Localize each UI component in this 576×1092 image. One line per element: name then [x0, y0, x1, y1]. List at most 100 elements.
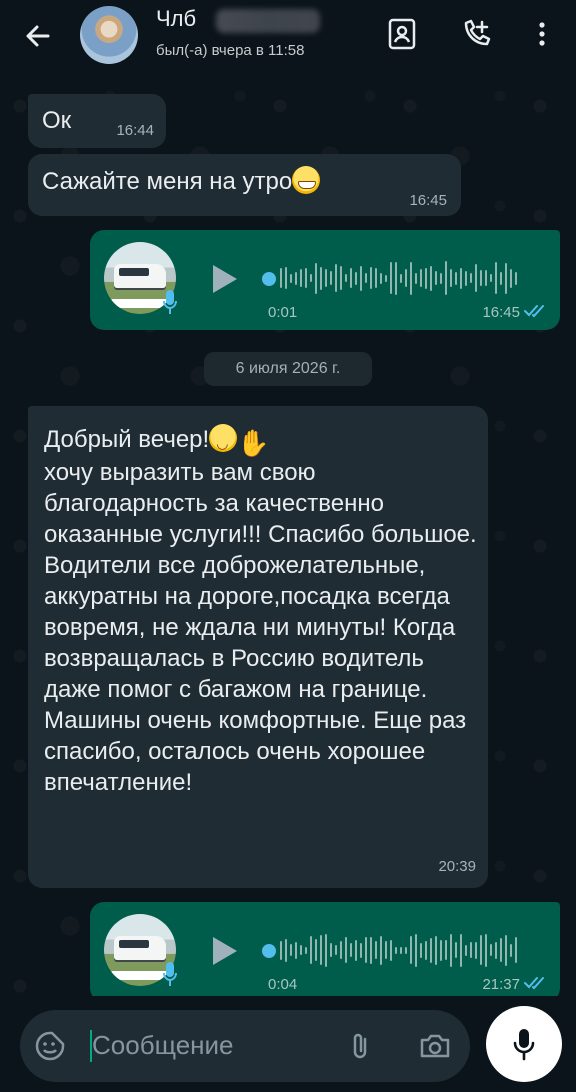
waveform-bar: [300, 945, 302, 955]
waveform-bar: [285, 938, 287, 962]
play-icon[interactable]: [210, 262, 240, 296]
mic-icon: [162, 960, 178, 988]
read-ticks-icon: [524, 304, 548, 318]
waveform-bar: [310, 274, 312, 282]
waveform-bar: [400, 273, 402, 283]
waveform-bar: [345, 274, 347, 282]
playback-scrubber[interactable]: [262, 272, 276, 286]
mic-icon: [513, 1029, 535, 1061]
outgoing-voice-message[interactable]: 0:01 16:45: [90, 230, 560, 330]
slightly-smiling-face-emoji-icon: [209, 424, 238, 459]
message-time: 20:39: [438, 858, 476, 875]
waveform-bar: [360, 942, 362, 958]
voice-duration: 0:04: [268, 976, 298, 993]
outgoing-voice-message[interactable]: 0:04 21:37: [90, 902, 560, 996]
attach-icon[interactable]: [346, 1030, 376, 1062]
more-vertical-icon[interactable]: [524, 16, 560, 52]
record-voice-button[interactable]: [486, 1006, 562, 1082]
contact-avatar[interactable]: [80, 6, 138, 64]
waveform-bar: [495, 262, 497, 294]
waveform-bar: [470, 942, 472, 958]
playback-scrubber[interactable]: [262, 944, 276, 958]
incoming-message[interactable]: Сажайте меня на утро 16:45: [28, 154, 461, 216]
waveform-bar: [330, 943, 332, 957]
waveform[interactable]: [280, 260, 530, 296]
van-plate: [110, 971, 170, 980]
contact-name-redacted: [216, 9, 320, 33]
waveform-bar: [435, 271, 437, 285]
waveform-bar: [410, 261, 412, 295]
waveform-bar: [480, 935, 482, 965]
waveform-bar: [395, 946, 397, 954]
waveform-bar: [405, 269, 407, 287]
waveform-bar: [290, 944, 292, 956]
contact-status: был(-а) вчера в 11:58: [156, 42, 305, 59]
message-input[interactable]: Сообщение: [92, 1030, 234, 1061]
waveform-bar: [500, 938, 502, 962]
incoming-message[interactable]: Ок 16:44: [28, 94, 166, 148]
waveform-bar: [375, 268, 377, 288]
waveform-bar: [305, 946, 307, 954]
waveform[interactable]: [280, 932, 530, 968]
camera-icon[interactable]: [418, 1030, 452, 1062]
waveform-bar: [330, 271, 332, 285]
van-plate: [110, 299, 170, 308]
waveform-bar: [495, 941, 497, 959]
incoming-message[interactable]: Добрый вечер! ✋ хочу выразить вам свою бл…: [28, 406, 488, 888]
waveform-bar: [290, 273, 292, 283]
waveform-bar: [505, 262, 507, 294]
back-arrow-icon[interactable]: [20, 18, 56, 54]
waveform-bar: [340, 941, 342, 959]
waveform-bar: [510, 943, 512, 957]
message-time: 16:44: [116, 122, 154, 139]
waving-hand-emoji-icon: ✋: [237, 428, 270, 458]
waveform-bar: [480, 270, 482, 286]
date-separator: 6 июля 2026 г.: [204, 352, 372, 386]
contact-card-icon[interactable]: [384, 16, 420, 52]
waveform-bar: [515, 937, 517, 963]
waveform-bar: [300, 269, 302, 287]
waveform-bar: [370, 267, 372, 289]
waveform-bar: [515, 271, 517, 285]
read-ticks-icon: [524, 976, 548, 990]
waveform-bar: [400, 946, 402, 954]
add-call-icon[interactable]: [458, 16, 494, 52]
van-image: [114, 936, 166, 960]
waveform-bar: [355, 939, 357, 961]
waveform-bar: [490, 274, 492, 282]
waveform-bar: [485, 933, 487, 967]
waveform-bar: [320, 266, 322, 290]
waveform-bar: [365, 937, 367, 963]
waveform-bar: [425, 940, 427, 960]
waveform-bar: [355, 271, 357, 285]
waveform-bar: [375, 941, 377, 959]
waveform-bar: [295, 271, 297, 285]
message-body: Сажайте меня на утро: [42, 168, 293, 195]
waveform-bar: [390, 262, 392, 294]
message-composer[interactable]: Сообщение: [20, 1010, 470, 1082]
waveform-bar: [410, 936, 412, 964]
chat-messages[interactable]: Ок 16:44 Сажайте меня на утро 16:45 0:01…: [0, 76, 576, 996]
message-text: Ок: [42, 107, 72, 134]
waveform-bar: [435, 935, 437, 965]
chat-header: Члб был(-а) вчера в 11:58: [0, 0, 576, 76]
waveform-bar: [305, 268, 307, 288]
waveform-bar: [440, 272, 442, 284]
message-body: хочу выразить вам свою благодарность за …: [44, 459, 477, 796]
sticker-icon[interactable]: [34, 1030, 66, 1062]
waveform-bar: [430, 937, 432, 963]
play-icon[interactable]: [210, 934, 240, 968]
waveform-bar: [365, 273, 367, 283]
waveform-bar: [385, 274, 387, 282]
waveform-bar: [415, 933, 417, 967]
waveform-bar: [460, 267, 462, 289]
waveform-bar: [465, 270, 467, 286]
waveform-bar: [325, 933, 327, 967]
contact-name[interactable]: Члб: [156, 6, 196, 32]
van-image: [114, 264, 166, 288]
greeting-text: Добрый вечер!: [44, 426, 210, 453]
waveform-bar: [395, 261, 397, 295]
mic-icon: [162, 288, 178, 316]
waveform-bar: [455, 942, 457, 958]
waveform-bar: [335, 945, 337, 955]
